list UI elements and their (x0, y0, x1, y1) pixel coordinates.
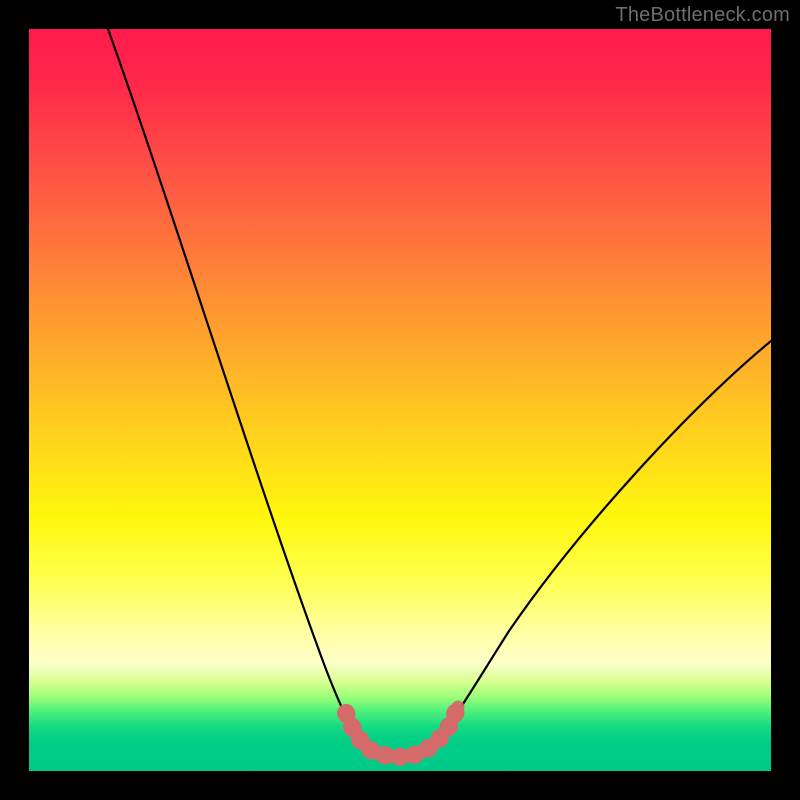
bottleneck-curve (29, 29, 771, 771)
plot-area (29, 29, 771, 771)
curve-black (108, 29, 771, 755)
chart-frame: TheBottleneck.com (0, 0, 800, 800)
watermark-text: TheBottleneck.com (615, 4, 790, 27)
